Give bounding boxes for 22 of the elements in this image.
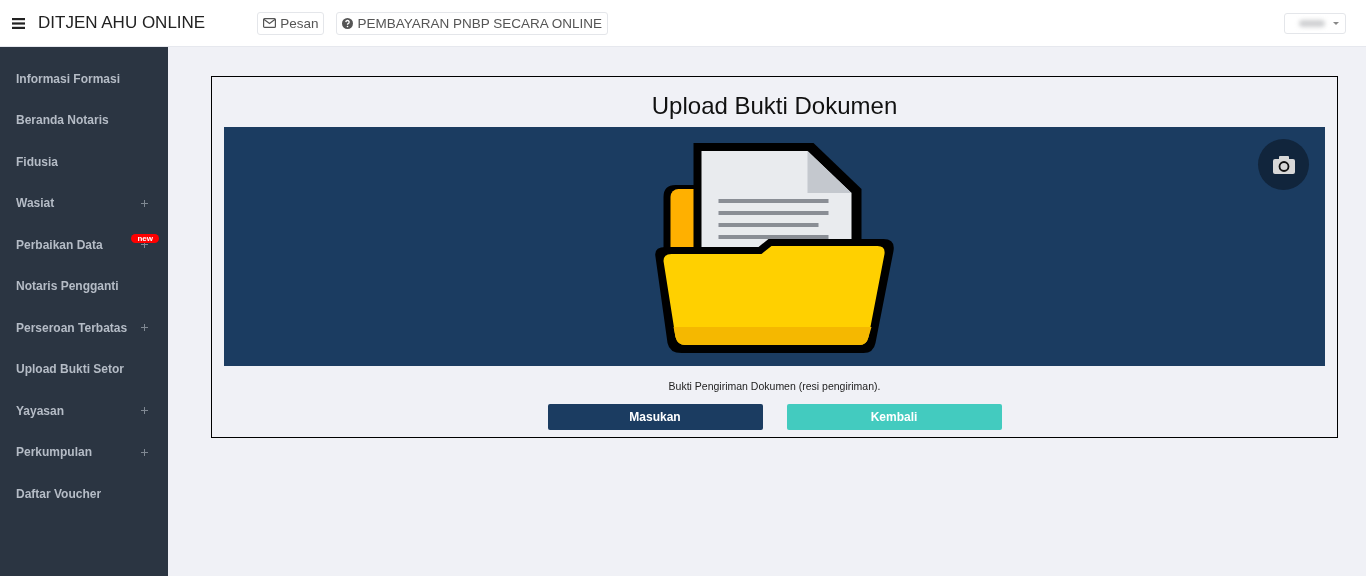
sidebar-item[interactable]: Fidusia — [0, 141, 168, 183]
submit-button[interactable]: Masukan — [547, 404, 763, 430]
sidebar-item[interactable]: Upload Bukti Setor — [0, 348, 168, 390]
panel-title: Upload Bukti Dokumen — [650, 92, 899, 120]
sidebar-item[interactable]: Yayasan — [0, 390, 168, 432]
caption: Bukti Pengiriman Dokumen (resi pengiriman). — [667, 380, 882, 392]
sidebar-item[interactable]: Wasiat — [0, 182, 168, 224]
sidebar-item[interactable]: Beranda Notaris — [0, 99, 168, 141]
sidebar-item[interactable]: Daftar Voucher — [0, 473, 168, 515]
new-badge: new — [131, 234, 159, 243]
sidebar-item[interactable]: Perseroan Terbatas — [0, 307, 168, 349]
envelope-icon — [263, 18, 277, 28]
menu-icon[interactable] — [12, 17, 25, 29]
sidebar-item[interactable]: Perbaikan Data new — [0, 224, 168, 266]
sidebar-item[interactable]: Informasi Formasi — [0, 58, 168, 100]
messages-link[interactable]: Pesan — [257, 11, 325, 35]
sidebar-item[interactable]: Perkumpulan — [0, 431, 168, 473]
payment-link[interactable]: PEMBAYARAN PNBP SECARA ONLINE — [336, 11, 609, 35]
camera-icon — [1272, 155, 1295, 174]
app-title: DITJEN AHU ONLINE — [38, 13, 206, 33]
sidebar-item[interactable]: Notaris Pengganti — [0, 265, 168, 307]
question-icon — [342, 17, 354, 29]
